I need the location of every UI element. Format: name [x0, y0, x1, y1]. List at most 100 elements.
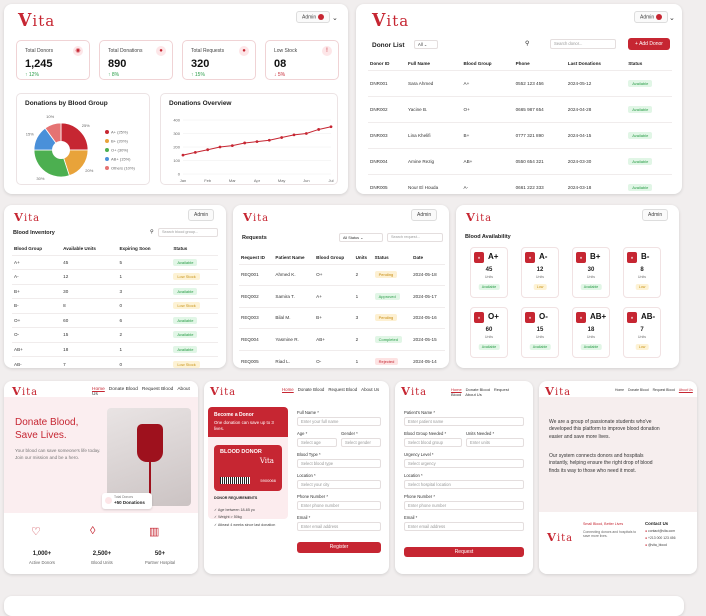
donor-search-input[interactable]: Search donor...: [550, 39, 616, 49]
email-field[interactable]: Enter email address: [297, 522, 381, 531]
blood-type-select[interactable]: Select blood type: [297, 459, 381, 468]
location-select[interactable]: Select your city: [297, 480, 381, 489]
units-value: 7: [640, 327, 644, 333]
table-cell: Riad L.: [273, 349, 315, 368]
inventory-search-input[interactable]: Search blood group...: [158, 228, 218, 237]
phone-field[interactable]: Enter phone number: [297, 501, 381, 510]
avatar: [318, 14, 325, 20]
table-cell: 0661 222 333: [513, 173, 566, 194]
blood-group-card[interactable]: ♦ AB+ 18 Units Available: [572, 307, 610, 358]
table-row[interactable]: A- 12 1 Low Stock: [12, 269, 218, 284]
table-cell: 5: [117, 254, 172, 270]
nav-home[interactable]: Home: [615, 388, 624, 392]
filter-label: All Status: [343, 236, 360, 240]
nav-request[interactable]: Request Blood: [328, 387, 357, 392]
units-field[interactable]: Enter units: [466, 438, 524, 447]
nav-donate[interactable]: Donate Blood: [298, 387, 325, 392]
logo-text: ita: [556, 533, 574, 544]
admin-dropdown[interactable]: Admin: [634, 11, 669, 24]
phone-field[interactable]: Enter phone number: [404, 501, 524, 510]
table-row[interactable]: O- 15 2 Available: [12, 327, 218, 342]
table-row[interactable]: REQ005 Riad L. O- 1 Rejected 2024-05-14: [239, 349, 445, 368]
table-cell: 15: [61, 327, 118, 342]
request-search-input[interactable]: Search request...: [387, 233, 443, 242]
y-tick-label: 300: [173, 131, 180, 136]
name-field[interactable]: Enter your full name: [297, 417, 381, 426]
table-row[interactable]: REQ004 Yasmine R. AB+ 2 Completed 2024-05-15: [239, 328, 445, 350]
admin-dropdown[interactable]: Admin: [411, 209, 438, 221]
vita-logo[interactable]: Vita: [18, 11, 55, 31]
status-filter[interactable]: All Status ⌄: [339, 233, 383, 242]
urgency-select[interactable]: Select urgency: [404, 459, 524, 468]
register-button[interactable]: Register: [297, 542, 381, 553]
nav-donate[interactable]: Donate Blood: [628, 388, 649, 392]
group-select[interactable]: Select blood group: [404, 438, 462, 447]
status-badge: Available: [628, 183, 653, 191]
nav-about[interactable]: About Us: [465, 392, 481, 397]
chevron-down-icon[interactable]: ⌄: [669, 14, 675, 22]
vita-logo[interactable]: Vita: [401, 384, 427, 398]
table-row[interactable]: DNR002 Yacine B. O+ 0665 987 654 2024-04-28 A…: [368, 95, 672, 122]
nav-about[interactable]: About Us: [679, 388, 693, 392]
blood-group-card[interactable]: ♦ A+ 45 Units Available: [470, 247, 508, 298]
vita-logo[interactable]: Vita: [14, 210, 40, 224]
placeholder: Enter patient name: [408, 419, 444, 424]
chevron-down-icon[interactable]: ⌄: [332, 14, 338, 22]
nav-home[interactable]: Home: [282, 387, 294, 392]
add-donor-button[interactable]: + Add Donor: [628, 38, 670, 50]
nav-request[interactable]: Request Blood: [653, 388, 675, 392]
table-row[interactable]: B+ 30 3 Available: [12, 283, 218, 299]
vita-logo[interactable]: Vita: [545, 384, 571, 398]
blood-group-card[interactable]: ♦ O+ 60 Units Available: [470, 307, 508, 358]
search-icon[interactable]: ⚲: [525, 40, 529, 47]
contact-email[interactable]: ● contact@vita.com: [645, 529, 675, 533]
table-row[interactable]: A+ 45 5 Available: [12, 254, 218, 270]
status-badge: Approved: [374, 292, 400, 300]
footer-logo[interactable]: Vita: [547, 530, 573, 544]
table-row[interactable]: REQ001 Ahmed K. O+ 2 Pending 2024-05-18: [239, 263, 445, 286]
table-row[interactable]: AB+ 18 1 Available: [12, 341, 218, 357]
table-cell: Lina Khelifi: [406, 121, 462, 148]
status-filter[interactable]: All ⌄: [414, 40, 438, 49]
table-row[interactable]: AB- 7 0 Low Stock: [12, 356, 218, 368]
patient-field[interactable]: Enter patient name: [404, 417, 524, 426]
blood-group-card[interactable]: ♦ A- 12 Units Low: [521, 247, 559, 298]
vita-logo[interactable]: Vita: [372, 11, 409, 31]
blood-group-card[interactable]: ♦ B+ 30 Units Available: [572, 247, 610, 298]
blood-group-card[interactable]: ♦ B- 8 Units Low: [623, 247, 661, 298]
phone-label: Phone Number *: [404, 494, 435, 499]
table-cell: 2024-05-14: [411, 349, 445, 368]
table-row[interactable]: DNR001 Sara Ahmed A+ 0552 123 456 2024-05-12…: [368, 69, 672, 96]
stat-card-total-donors: Total Donors 1,245 ↑ 12% ◉: [16, 40, 90, 80]
admin-dropdown[interactable]: Admin: [296, 11, 331, 24]
age-select[interactable]: Select age: [297, 438, 337, 447]
blood-group-card[interactable]: ♦ AB- 7 Units Low: [623, 307, 661, 358]
vita-logo[interactable]: Vita: [243, 210, 269, 224]
contact-social[interactable]: ● @vita_blood: [645, 543, 667, 547]
nav-about[interactable]: About Us: [361, 387, 379, 392]
vita-logo[interactable]: Vita: [210, 384, 236, 398]
nav-about[interactable]: About Us: [92, 387, 190, 397]
location-select[interactable]: Select hospital location: [404, 480, 524, 489]
request-button[interactable]: Request: [404, 547, 524, 557]
nav-donate[interactable]: Donate Blood: [109, 387, 138, 392]
vita-logo[interactable]: Vita: [466, 210, 492, 224]
table-row[interactable]: O+ 60 6 Available: [12, 312, 218, 328]
admin-dropdown[interactable]: Admin: [188, 209, 215, 221]
table-row[interactable]: DNR004 Amine Rezig AB+ 0550 654 321 2024-03-…: [368, 147, 672, 174]
blood-group-card[interactable]: ♦ O- 15 Units Available: [521, 307, 559, 358]
table-row[interactable]: B- 8 0 Low Stock: [12, 298, 218, 313]
admin-dropdown[interactable]: Admin: [642, 209, 669, 221]
table-row[interactable]: DNR003 Lina Khelifi B+ 0777 321 890 2024-04-…: [368, 121, 672, 148]
contact-phone[interactable]: ● +213 000 123 456: [645, 536, 675, 540]
table-cell: 1: [117, 269, 172, 284]
email-field[interactable]: Enter email address: [404, 522, 524, 531]
gender-select[interactable]: Select gender: [341, 438, 381, 447]
vita-logo[interactable]: Vita: [12, 384, 38, 398]
nav-request[interactable]: Request Blood: [142, 387, 173, 392]
mail-icon: ●: [645, 529, 648, 533]
table-row[interactable]: DNR005 Nour El Houda A- 0661 222 333 2024-03…: [368, 173, 672, 194]
table-row[interactable]: REQ003 Bilal M. B+ 3 Pending 2024-05-16: [239, 306, 445, 329]
table-row[interactable]: REQ002 Samira T. A+ 1 Approved 2024-05-17: [239, 285, 445, 307]
search-icon[interactable]: ⚲: [150, 229, 154, 235]
